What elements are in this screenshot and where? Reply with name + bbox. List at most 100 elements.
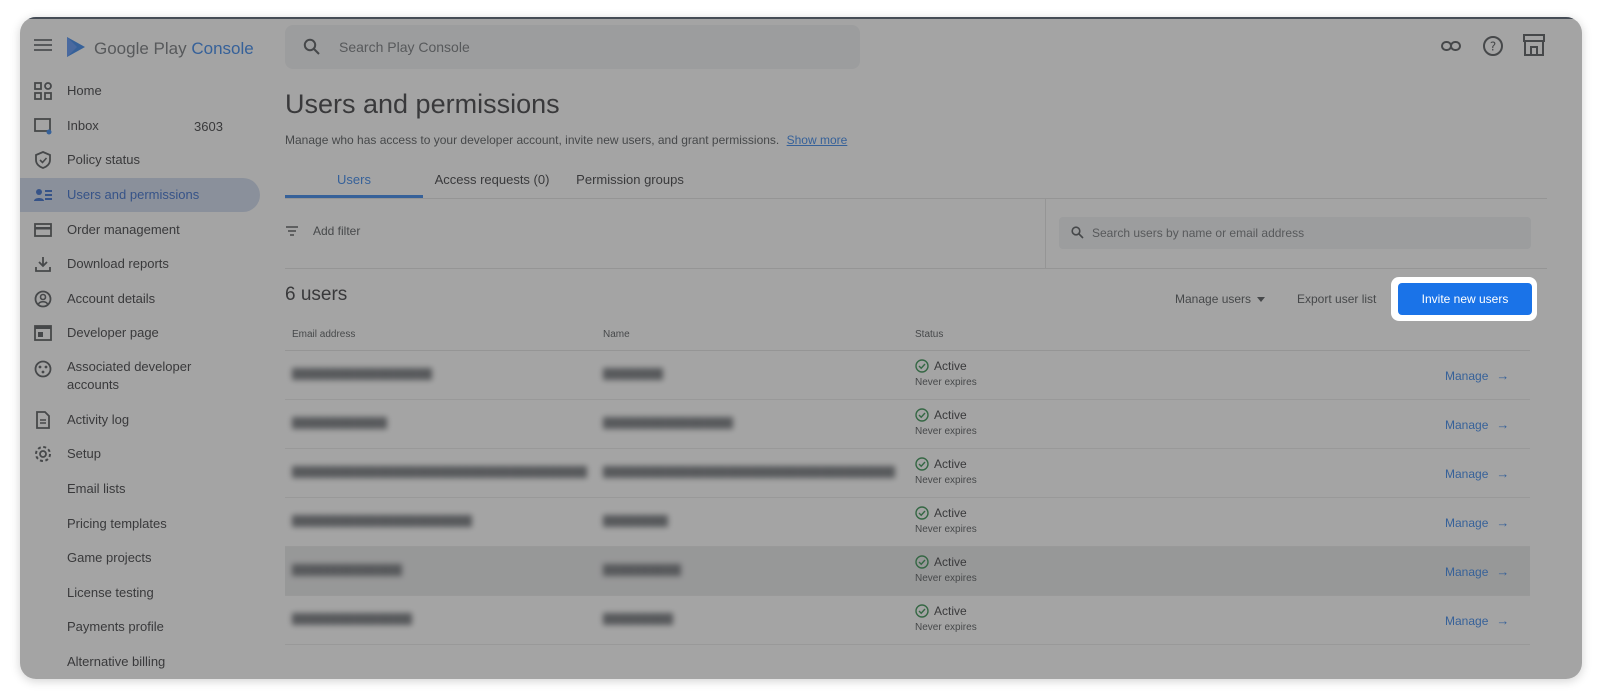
search-icon — [303, 38, 320, 55]
filter-bar: Add filter Search users by name or email… — [285, 199, 1547, 269]
tab-access-requests[interactable]: Access requests (0) — [431, 167, 553, 198]
svg-text:?: ? — [1490, 40, 1496, 54]
web-icon — [34, 325, 52, 341]
sidebar-item-home[interactable]: Home — [20, 74, 260, 108]
table-row[interactable]: ████████████████ ███████████ Active Neve… — [285, 547, 1530, 596]
sidebar-nav: Home Inbox 3603 Policy status Users and … — [20, 17, 270, 679]
arrow-right-icon: → — [1496, 417, 1510, 432]
expiry-text: Never expires — [915, 573, 977, 584]
row-email: ████████████████████████████████████████… — [292, 466, 587, 478]
arrow-right-icon: → — [1496, 564, 1510, 579]
global-search[interactable]: Search Play Console — [285, 25, 860, 69]
sidebar-item-order-management[interactable]: Order management — [20, 213, 260, 247]
table-row[interactable]: ████████████████████████████████████████… — [285, 449, 1530, 498]
app-window: Google Play Console Search Play Console … — [20, 17, 1582, 679]
inbox-count-badge: 3603 — [194, 118, 223, 134]
manage-user-link[interactable]: Manage → — [1445, 613, 1509, 628]
sidebar-subitem-game-projects[interactable]: Game projects — [20, 541, 260, 575]
grid-icon — [34, 82, 52, 100]
manage-user-link[interactable]: Manage → — [1445, 466, 1509, 481]
table-row[interactable]: ████████████████████ █████████ Active Ne… — [285, 351, 1530, 400]
expiry-text: Never expires — [915, 475, 977, 486]
manage-users-dropdown[interactable]: Manage users — [1175, 292, 1266, 306]
table-header: Email address Name Status — [285, 323, 1530, 351]
manage-link-label: Manage — [1445, 466, 1489, 481]
show-more-link[interactable]: Show more — [787, 133, 848, 147]
link-icon[interactable] — [1440, 35, 1462, 57]
sidebar-item-label: Account details — [67, 291, 156, 306]
row-name: █████████ — [603, 515, 668, 527]
add-filter-button[interactable]: Add filter — [285, 224, 360, 238]
sidebar-item-label: Download reports — [67, 256, 169, 271]
user-search-input[interactable]: Search users by name or email address — [1059, 217, 1531, 249]
manage-user-link[interactable]: Manage → — [1445, 368, 1509, 383]
account-icon — [34, 290, 52, 308]
table-row[interactable]: ██████████████████████████ █████████ Act… — [285, 498, 1530, 547]
manage-link-label: Manage — [1445, 515, 1489, 530]
row-status: Active Never expires — [915, 506, 977, 535]
sidebar-item-label: Home — [67, 83, 102, 98]
check-circle-icon — [915, 408, 929, 422]
sidebar-subitem-pricing-templates[interactable]: Pricing templates — [20, 507, 260, 541]
table-row[interactable]: ██████████████ ███████████████████ Activ… — [285, 400, 1530, 449]
export-user-list-button[interactable]: Export user list — [1297, 292, 1376, 306]
row-email: ██████████████ — [292, 417, 387, 429]
row-name: █████████ — [603, 368, 663, 380]
sidebar-item-policy-status[interactable]: Policy status — [20, 143, 260, 177]
check-circle-icon — [915, 604, 929, 618]
sidebar-item-activity-log[interactable]: Activity log — [20, 403, 260, 437]
linked-accounts-icon — [34, 360, 52, 378]
manage-user-link[interactable]: Manage → — [1445, 417, 1509, 432]
global-search-placeholder: Search Play Console — [339, 39, 470, 55]
add-filter-label: Add filter — [313, 224, 361, 238]
column-header-status: Status — [915, 329, 944, 340]
column-header-name: Name — [603, 329, 630, 340]
row-name: ███████████████████ — [603, 417, 733, 429]
manage-users-label: Manage users — [1175, 292, 1252, 306]
table-row[interactable]: █████████████████ ██████████ Active Neve… — [285, 596, 1530, 645]
sidebar-item-developer-page[interactable]: Developer page — [20, 316, 260, 350]
store-icon[interactable] — [1520, 31, 1548, 59]
status-text: Active — [934, 604, 967, 618]
check-circle-icon — [915, 359, 929, 373]
check-circle-icon — [915, 457, 929, 471]
credit-card-icon — [34, 223, 52, 237]
inbox-icon — [34, 118, 52, 135]
sidebar-subitem-email-lists[interactable]: Email lists — [20, 472, 260, 506]
sidebar-item-users-and-permissions[interactable]: Users and permissions — [20, 178, 260, 212]
manage-user-link[interactable]: Manage → — [1445, 564, 1509, 579]
page-subtitle-text: Manage who has access to your developer … — [285, 133, 780, 147]
sidebar-item-inbox[interactable]: Inbox 3603 — [20, 109, 260, 143]
sidebar-item-label: Policy status — [67, 152, 140, 167]
tab-users[interactable]: Users — [285, 167, 423, 198]
invite-new-users-button[interactable]: Invite new users — [1398, 283, 1532, 315]
manage-user-link[interactable]: Manage → — [1445, 515, 1509, 530]
expiry-text: Never expires — [915, 426, 977, 437]
manage-link-label: Manage — [1445, 368, 1489, 383]
row-name: ████████████████████████████████████████… — [603, 466, 895, 478]
sidebar-item-associated-developer-accounts[interactable]: Associated developer accounts — [20, 357, 260, 397]
sidebar-item-account-details[interactable]: Account details — [20, 282, 260, 316]
expiry-text: Never expires — [915, 377, 977, 388]
shield-icon — [35, 151, 51, 169]
row-email: ████████████████████ — [292, 368, 432, 380]
column-header-email: Email address — [292, 329, 356, 340]
tab-permission-groups[interactable]: Permission groups — [569, 167, 691, 198]
sidebar-item-label: Email lists — [67, 481, 126, 496]
sidebar-subitem-payments-profile[interactable]: Payments profile — [20, 610, 260, 644]
manage-link-label: Manage — [1445, 417, 1489, 432]
sidebar-subitem-alternative-billing[interactable]: Alternative billing — [20, 645, 260, 679]
sidebar-item-label: Alternative billing — [67, 654, 166, 669]
sidebar-item-download-reports[interactable]: Download reports — [20, 247, 260, 281]
sidebar-item-setup[interactable]: Setup — [20, 437, 260, 471]
status-text: Active — [934, 555, 967, 569]
sidebar-subitem-license-testing[interactable]: License testing — [20, 576, 260, 610]
help-icon[interactable]: ? — [1482, 35, 1504, 57]
users-count-title: 6 users — [285, 284, 348, 305]
row-email: ██████████████████████████ — [292, 515, 472, 527]
row-status: Active Never expires — [915, 604, 977, 633]
sidebar-item-label: Associated developer accounts — [67, 359, 192, 392]
row-status: Active Never expires — [915, 555, 977, 584]
row-status: Active Never expires — [915, 359, 977, 388]
user-search-placeholder: Search users by name or email address — [1092, 226, 1305, 240]
